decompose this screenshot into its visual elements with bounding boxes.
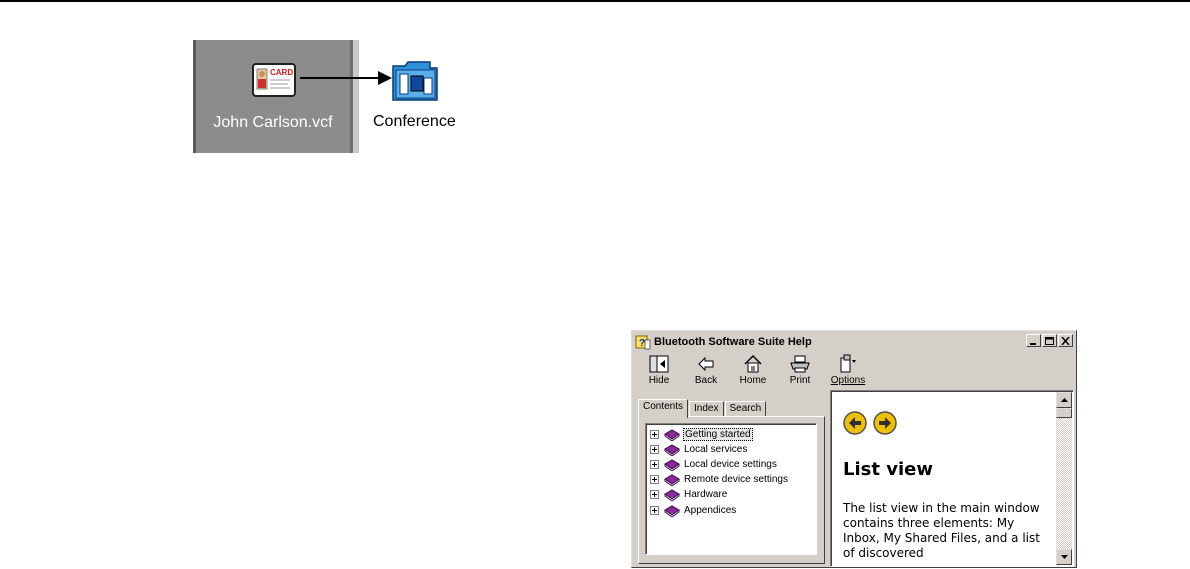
book-icon [664,489,680,501]
expand-icon[interactable] [650,490,659,499]
minimize-icon [1030,342,1036,345]
back-button[interactable]: Back [686,353,726,389]
svg-text:?: ? [639,338,645,349]
previous-topic-icon[interactable] [843,411,867,435]
topic-scrollbar[interactable] [1056,392,1072,565]
expand-icon[interactable] [650,506,659,515]
minimize-button[interactable] [1026,334,1041,347]
tree-item-getting-started[interactable]: Getting started [650,427,753,442]
window-title: Bluetooth Software Suite Help [654,335,812,348]
hide-label: Hide [648,375,670,386]
options-icon [840,354,856,373]
tree-label: Hardware [684,489,728,500]
book-icon [664,459,680,471]
tab-index[interactable]: Index [689,401,724,417]
vcard-file-icon[interactable]: CARD [252,63,296,97]
expand-icon[interactable] [650,475,659,484]
tab-contents[interactable]: Contents [638,399,689,418]
book-icon [664,474,680,486]
hide-button[interactable]: Hide [639,353,679,389]
back-label: Back [694,375,718,386]
topic-body: The list view in the main window contain… [843,501,1040,560]
drop-target-label: Conference [373,113,456,130]
tree-item-hardware[interactable]: Hardware [650,487,728,502]
maximize-button[interactable] [1042,334,1057,347]
file-selection-panel[interactable]: CARD John Carlson.vcf [193,40,359,153]
card-icon-text: CARD [270,68,293,77]
book-icon [664,505,680,517]
book-icon [664,444,680,456]
maximize-icon [1045,336,1054,345]
expand-icon[interactable] [650,445,659,454]
topic-pane: List view The list view in the main wind… [830,390,1074,567]
tree-item-local-device-settings[interactable]: Local device settings [650,457,778,472]
expand-icon[interactable] [650,460,659,469]
tab-search[interactable]: Search [724,401,767,417]
top-rule [0,0,1190,2]
scroll-up-button[interactable] [1056,392,1072,408]
tree-label: Appendices [684,505,737,516]
help-window: ? Bluetooth Software Suite Help Hide Bac… [631,330,1077,568]
expand-icon[interactable] [650,430,659,439]
home-button[interactable]: Home [733,353,773,389]
dragged-file-label: John Carlson.vcf [213,114,333,131]
close-button[interactable] [1058,334,1073,347]
tree-label: Local services [684,444,748,455]
close-icon [1061,336,1070,345]
tree-item-local-services[interactable]: Local services [650,442,748,457]
options-label: Options [830,375,866,386]
arrow-up-icon [1060,398,1068,402]
title-bar[interactable]: ? Bluetooth Software Suite Help [634,333,1074,350]
printer-icon [790,355,810,373]
home-icon [744,354,762,373]
tree-item-appendices[interactable]: Appendices [650,503,737,518]
hide-pane-icon [649,355,669,373]
help-app-icon: ? [635,335,651,349]
book-icon [664,429,680,441]
scroll-thumb[interactable] [1056,408,1072,418]
scroll-down-button[interactable] [1056,549,1072,565]
arrow-down-icon [1060,555,1068,559]
navigation-pane: Contents Index Search Getting started Lo… [634,391,828,567]
next-topic-icon[interactable] [873,411,897,435]
tree-label: Remote device settings [684,474,788,485]
print-button[interactable]: Print [780,353,820,389]
back-arrow-icon [698,356,714,372]
tree-label: Local device settings [684,459,777,470]
tree-label: Getting started [683,428,753,441]
conference-folder-icon[interactable] [390,58,440,104]
options-button[interactable]: Options [828,353,868,389]
contents-tab-page: Getting started Local services Local dev… [638,416,825,564]
drag-arrow-icon [300,71,392,85]
topic-title: List view [843,459,933,480]
contents-tree: Getting started Local services Local dev… [645,423,817,555]
print-label: Print [789,375,811,386]
help-toolbar: Hide Back Home Print Options [636,353,1076,389]
tree-item-remote-device-settings[interactable]: Remote device settings [650,472,789,487]
home-label: Home [739,375,767,386]
